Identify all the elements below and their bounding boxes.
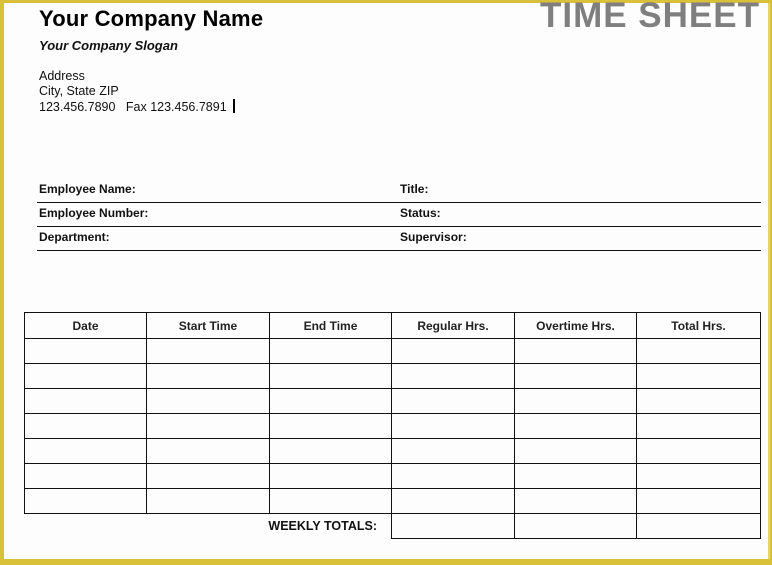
document-page: Your Company Name Your Company Slogan Ad… — [4, 0, 770, 559]
info-row[interactable]: Employee Name: Title: — [37, 179, 761, 203]
weekly-totals-row: WEEKLY TOTALS: — [25, 513, 761, 539]
cell-overtime-hrs[interactable] — [514, 438, 637, 464]
cell-regular-hrs[interactable] — [391, 438, 515, 464]
status-label: Status: — [400, 206, 441, 220]
cell-start-time[interactable] — [146, 488, 270, 514]
cell-end-time[interactable] — [269, 438, 392, 464]
title-label: Title: — [400, 182, 429, 196]
company-slogan[interactable]: Your Company Slogan — [39, 38, 178, 53]
table-row — [24, 463, 761, 489]
cell-end-time[interactable] — [269, 338, 392, 364]
cell-start-time[interactable] — [146, 338, 270, 364]
info-row[interactable]: Employee Number: Status: — [37, 203, 761, 227]
cell-total-hrs[interactable] — [636, 438, 761, 464]
weekly-total-overtime-hrs[interactable] — [514, 513, 637, 539]
timesheet-table: Date Start Time End Time Regular Hrs. Ov… — [24, 312, 761, 539]
cell-overtime-hrs[interactable] — [514, 488, 637, 514]
cell-date[interactable] — [24, 338, 147, 364]
phone-fax-line[interactable]: 123.456.7890 Fax 123.456.7891 — [39, 99, 235, 115]
cell-overtime-hrs[interactable] — [514, 388, 637, 414]
cell-date[interactable] — [24, 463, 147, 489]
table-row — [24, 438, 761, 464]
phone-fax-text: 123.456.7890 Fax 123.456.7891 — [39, 100, 227, 114]
cell-regular-hrs[interactable] — [391, 338, 515, 364]
cell-start-time[interactable] — [146, 363, 270, 389]
column-header-start-time: Start Time — [146, 312, 270, 339]
cell-total-hrs[interactable] — [636, 488, 761, 514]
weekly-total-total-hrs[interactable] — [636, 513, 761, 539]
cell-total-hrs[interactable] — [636, 363, 761, 389]
cell-date[interactable] — [24, 413, 147, 439]
cell-end-time[interactable] — [269, 488, 392, 514]
cell-end-time[interactable] — [269, 388, 392, 414]
column-header-regular-hrs: Regular Hrs. — [391, 312, 515, 339]
cell-date[interactable] — [24, 438, 147, 464]
table-row — [24, 363, 761, 389]
table-row — [24, 338, 761, 364]
employee-number-label: Employee Number: — [39, 206, 149, 220]
cell-date[interactable] — [24, 488, 147, 514]
cell-regular-hrs[interactable] — [391, 363, 515, 389]
cell-start-time[interactable] — [146, 388, 270, 414]
department-label: Department: — [39, 230, 110, 244]
cell-regular-hrs[interactable] — [391, 388, 515, 414]
text-cursor — [232, 99, 235, 113]
table-row — [24, 488, 761, 514]
cell-overtime-hrs[interactable] — [514, 338, 637, 364]
cell-start-time[interactable] — [146, 463, 270, 489]
employee-info-section: Employee Name: Title: Employee Number: S… — [37, 179, 761, 251]
cell-start-time[interactable] — [146, 413, 270, 439]
timesheet-body: WEEKLY TOTALS: — [24, 338, 761, 539]
cell-end-time[interactable] — [269, 463, 392, 489]
supervisor-label: Supervisor: — [400, 230, 467, 244]
table-header-row: Date Start Time End Time Regular Hrs. Ov… — [24, 312, 761, 339]
address-block: Address City, State ZIP 123.456.7890 Fax… — [39, 69, 235, 115]
column-header-end-time: End Time — [269, 312, 392, 339]
table-row — [24, 388, 761, 414]
cell-regular-hrs[interactable] — [391, 463, 515, 489]
info-row[interactable]: Department: Supervisor: — [37, 227, 761, 251]
address-line[interactable]: Address — [39, 69, 235, 84]
cell-total-hrs[interactable] — [636, 413, 761, 439]
cell-overtime-hrs[interactable] — [514, 463, 637, 489]
weekly-total-regular-hrs[interactable] — [391, 513, 515, 539]
cell-total-hrs[interactable] — [636, 463, 761, 489]
cell-total-hrs[interactable] — [636, 338, 761, 364]
cell-end-time[interactable] — [269, 363, 392, 389]
column-header-overtime-hrs: Overtime Hrs. — [514, 312, 637, 339]
cell-date[interactable] — [24, 363, 147, 389]
column-header-total-hrs: Total Hrs. — [636, 312, 761, 339]
document-title: TIME SHEET — [539, 0, 760, 35]
weekly-totals-label: WEEKLY TOTALS: — [268, 519, 377, 534]
cell-overtime-hrs[interactable] — [514, 363, 637, 389]
table-row — [24, 413, 761, 439]
cell-overtime-hrs[interactable] — [514, 413, 637, 439]
cell-regular-hrs[interactable] — [391, 413, 515, 439]
company-name[interactable]: Your Company Name — [39, 6, 263, 32]
city-state-zip-line[interactable]: City, State ZIP — [39, 84, 235, 99]
column-header-date: Date — [24, 312, 147, 339]
employee-name-label: Employee Name: — [39, 182, 136, 196]
cell-start-time[interactable] — [146, 438, 270, 464]
cell-end-time[interactable] — [269, 413, 392, 439]
cell-total-hrs[interactable] — [636, 388, 761, 414]
cell-regular-hrs[interactable] — [391, 488, 515, 514]
cell-date[interactable] — [24, 388, 147, 414]
